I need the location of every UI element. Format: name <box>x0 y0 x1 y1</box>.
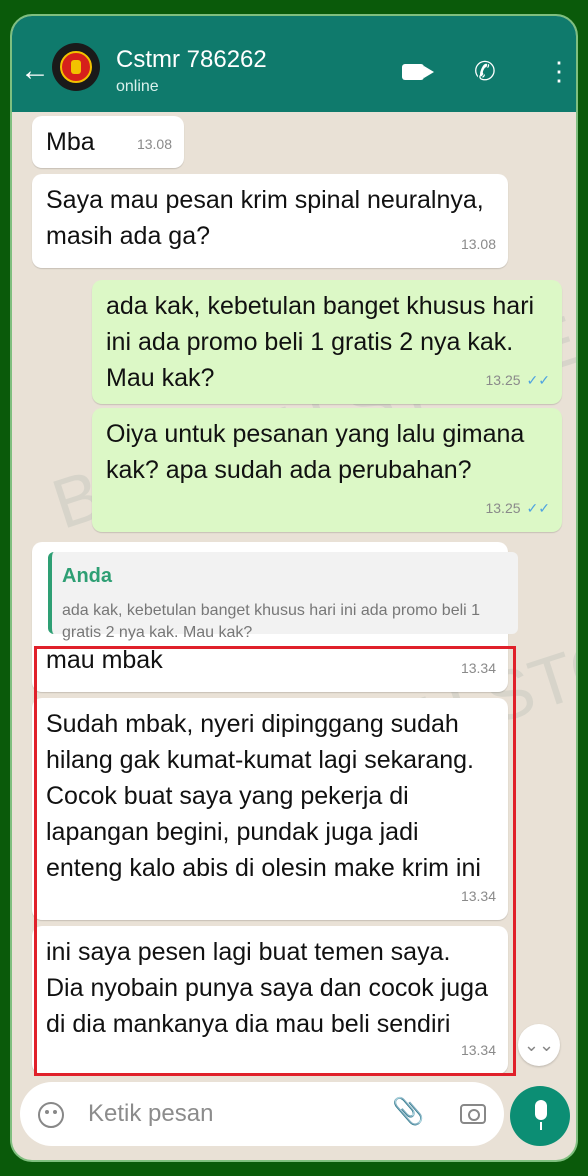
message-time: 13.25 ✓✓ <box>485 372 550 388</box>
quoted-text: ada kak, kebetulan banget khusus hari in… <box>62 602 481 641</box>
message-time: 13.25 ✓✓ <box>485 500 550 516</box>
avatar[interactable] <box>52 43 100 91</box>
camera-icon[interactable] <box>460 1104 486 1124</box>
phone-screen: ← Cstmr 786262 online ✆ ⋮ BERKAH STORE B… <box>10 14 578 1162</box>
mic-button[interactable] <box>510 1086 570 1146</box>
message-text: Mba <box>46 128 95 156</box>
back-arrow-icon[interactable]: ← <box>20 56 50 86</box>
message-bubble[interactable]: Saya mau pesan krim spinal neuralnya, ma… <box>32 174 508 268</box>
read-ticks-icon: ✓✓ <box>526 500 550 516</box>
attach-icon[interactable]: 📎 <box>392 1096 424 1127</box>
message-text: Saya mau pesan krim spinal neuralnya, ma… <box>46 186 484 250</box>
message-time: 13.08 <box>136 136 172 152</box>
scroll-down-icon[interactable]: ⌄⌄ <box>518 1024 560 1066</box>
message-bubble[interactable]: Sudah mbak, nyeri dipinggang sudah hilan… <box>32 698 508 920</box>
message-composer[interactable]: Ketik pesan 📎 <box>20 1082 504 1146</box>
mic-icon <box>535 1100 547 1120</box>
message-input[interactable]: Ketik pesan <box>88 1100 213 1128</box>
read-ticks-icon: ✓✓ <box>526 372 550 388</box>
contact-name[interactable]: Cstmr 786262 <box>116 46 267 74</box>
message-bubble[interactable]: Oiya untuk pesanan yang lalu gimana kak?… <box>92 408 562 532</box>
message-bubble[interactable]: Mba 13.08 <box>32 116 184 168</box>
message-text: mau mbak <box>46 646 163 674</box>
message-text: Sudah mbak, nyeri dipinggang sudah hilan… <box>46 710 481 882</box>
phone-icon[interactable]: ✆ <box>474 56 496 87</box>
more-options-icon[interactable]: ⋮ <box>546 58 572 84</box>
message-time: 13.34 <box>460 888 496 904</box>
message-text: ada kak, kebetulan banget khusus hari in… <box>106 292 535 392</box>
message-text: ini saya pesen lagi buat temen saya. Dia… <box>46 938 488 1038</box>
contact-status: online <box>116 78 159 95</box>
club-crest-icon <box>60 51 92 83</box>
quoted-author: Anda <box>62 565 112 587</box>
message-bubble[interactable]: ini saya pesen lagi buat temen saya. Dia… <box>32 926 508 1074</box>
message-list[interactable]: BERKAH STORE BERKAH STORE Mba 13.08 Saya… <box>12 112 576 1076</box>
chat-header: ← Cstmr 786262 online ✆ ⋮ <box>12 16 576 112</box>
message-time: 13.34 <box>460 1042 496 1058</box>
emoji-icon[interactable] <box>38 1102 64 1128</box>
video-call-icon[interactable] <box>402 64 434 80</box>
message-bubble[interactable]: Anda ada kak, kebetulan banget khusus ha… <box>32 542 518 692</box>
quoted-message[interactable]: Anda ada kak, kebetulan banget khusus ha… <box>48 552 518 641</box>
message-bubble[interactable]: ada kak, kebetulan banget khusus hari in… <box>92 280 562 404</box>
message-time: 13.34 <box>460 660 496 676</box>
message-time: 13.08 <box>460 236 496 252</box>
message-text: Oiya untuk pesanan yang lalu gimana kak?… <box>106 420 525 484</box>
mic-stem <box>540 1122 542 1130</box>
